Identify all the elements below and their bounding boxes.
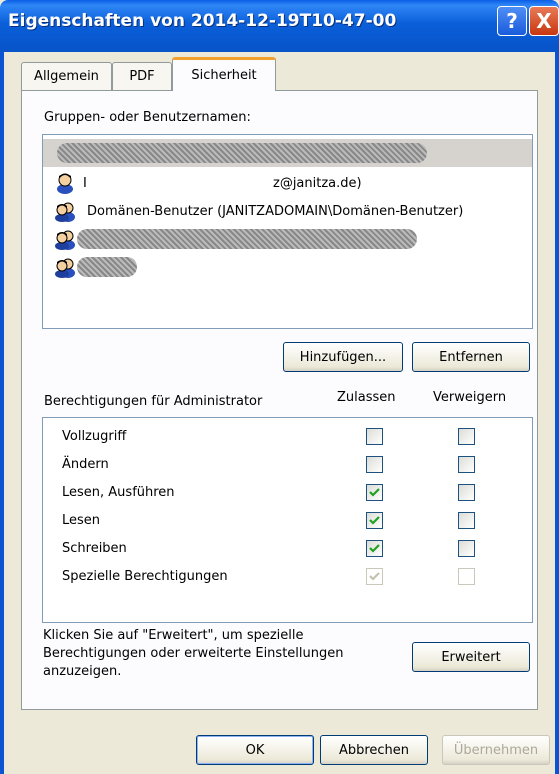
permissions-list: Vollzugriff Ändern Lesen, Ausführen Lesen Sc… xyxy=(42,417,533,623)
advanced-hint-line3: anzuzeigen. xyxy=(43,664,122,679)
user-icon xyxy=(57,173,73,194)
permission-row: Schreiben xyxy=(43,536,532,564)
cancel-button[interactable]: Abbrechen xyxy=(320,735,428,765)
allow-checkbox[interactable] xyxy=(366,540,383,557)
deny-checkbox[interactable] xyxy=(458,540,475,557)
help-icon: ? xyxy=(506,9,518,33)
allow-header: Zulassen xyxy=(337,390,396,405)
list-item[interactable] xyxy=(43,253,532,281)
deny-checkbox[interactable] xyxy=(458,484,475,501)
allow-checkbox[interactable] xyxy=(366,428,383,445)
group-icon xyxy=(55,202,75,222)
group-icon xyxy=(55,230,75,250)
checkmark-icon xyxy=(369,544,380,553)
allow-checkbox[interactable] xyxy=(366,484,383,501)
window-border-right xyxy=(555,52,559,774)
help-button[interactable]: ? xyxy=(497,6,527,36)
permission-name: Spezielle Berechtigungen xyxy=(62,569,228,584)
ok-button[interactable]: OK xyxy=(196,735,314,765)
deny-checkbox xyxy=(458,568,475,585)
list-item[interactable]: I z@janitza.de) xyxy=(43,169,532,197)
tab-pdf[interactable]: PDF xyxy=(112,62,172,90)
deny-checkbox[interactable] xyxy=(458,428,475,445)
permission-row: Lesen xyxy=(43,508,532,536)
title-bar: Eigenschaften von 2014-12-19T10-47-00 ? … xyxy=(0,0,559,52)
permission-name: Lesen, Ausführen xyxy=(62,485,175,500)
permission-name: Ändern xyxy=(62,457,109,472)
permission-name: Lesen xyxy=(62,513,101,528)
remove-button[interactable]: Entfernen xyxy=(412,342,530,372)
permission-row: Spezielle Berechtigungen xyxy=(43,564,532,592)
groups-label: Gruppen- oder Benutzernamen: xyxy=(44,110,251,125)
list-item-label: Domänen-Benutzer (JANITZADOMAIN\Domänen-… xyxy=(87,203,464,219)
deny-checkbox[interactable] xyxy=(458,456,475,473)
deny-checkbox[interactable] xyxy=(458,512,475,529)
permission-name: Schreiben xyxy=(62,541,127,556)
checkmark-icon xyxy=(369,516,380,525)
advanced-button[interactable]: Erweitert xyxy=(412,642,530,672)
deny-header: Verweigern xyxy=(433,390,507,405)
group-icon xyxy=(55,258,75,278)
permissions-header: Berechtigungen für Administrator xyxy=(44,394,263,409)
permission-row: Ändern xyxy=(43,452,532,480)
redacted-name xyxy=(77,257,137,277)
apply-button: Übernehmen xyxy=(442,735,550,765)
tab-allgemein[interactable]: Allgemein xyxy=(21,62,112,90)
checkmark-icon xyxy=(369,488,380,497)
advanced-hint-line2: Berechtigungen oder erweiterte Einstellu… xyxy=(43,646,344,661)
list-item[interactable] xyxy=(43,139,532,167)
permission-row: Lesen, Ausführen xyxy=(43,480,532,508)
checkmark-icon xyxy=(369,572,380,581)
permission-row: Vollzugriff xyxy=(43,424,532,452)
window-border-left xyxy=(0,52,4,774)
list-item-label: z@janitza.de) xyxy=(273,175,362,191)
add-button[interactable]: Hinzufügen... xyxy=(283,342,403,372)
redacted-name xyxy=(57,143,427,163)
list-item[interactable] xyxy=(43,225,532,253)
advanced-hint-line1: Klicken Sie auf "Erweitert", um speziell… xyxy=(43,628,304,643)
allow-checkbox[interactable] xyxy=(366,512,383,529)
allow-checkbox[interactable] xyxy=(366,456,383,473)
close-button[interactable]: X xyxy=(529,6,559,36)
list-item[interactable]: Domänen-Benutzer (JANITZADOMAIN\Domänen-… xyxy=(43,197,532,225)
window-title: Eigenschaften von 2014-12-19T10-47-00 xyxy=(8,11,397,31)
group-list[interactable]: I z@janitza.de) Domänen-Benutzer (JANITZ… xyxy=(42,134,533,329)
permission-name: Vollzugriff xyxy=(62,429,127,444)
tab-sicherheit[interactable]: Sicherheit xyxy=(172,57,276,91)
allow-checkbox xyxy=(366,568,383,585)
close-icon: X xyxy=(536,9,552,33)
redacted-name xyxy=(77,229,417,249)
